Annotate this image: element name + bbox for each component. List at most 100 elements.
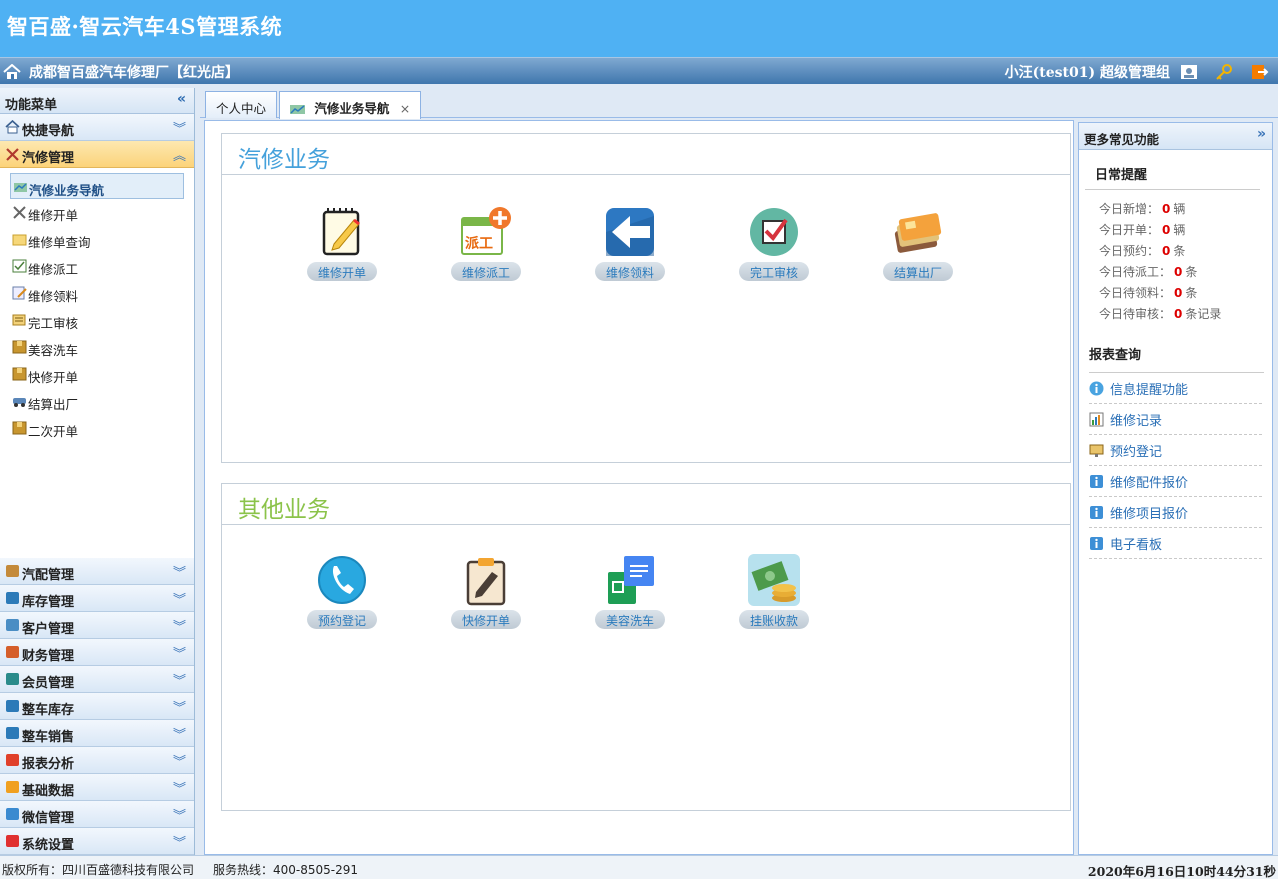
- nav-completion-review[interactable]: 完工审核: [734, 206, 814, 281]
- screen-icon: [1089, 443, 1104, 458]
- section-other-business: 其他业务 预约登记 快修开单 美容洗车 挂账收款: [221, 483, 1071, 811]
- tab-label: 汽修业务导航: [314, 101, 390, 116]
- menu-group-parts[interactable]: 汽配管理 ︾: [0, 558, 194, 585]
- menu-group-customer[interactable]: 客户管理 ︾: [0, 612, 194, 639]
- sidebar-item-order-query[interactable]: 维修单查询: [0, 226, 194, 253]
- stat-unit: 辆: [1173, 202, 1186, 216]
- menu-group-settings[interactable]: 系统设置 ︾: [0, 828, 194, 855]
- menu-group-pie-chart[interactable]: 报表分析 ︾: [0, 747, 194, 774]
- sidebar: 功能菜单 « 快捷导航 ︾ 汽修管理 ︽ 汽修业务导航 维修开单 维修单查询 维…: [0, 88, 195, 855]
- sidebar-item-label: 二次开单: [28, 424, 79, 439]
- menu-group-database[interactable]: 基础数据 ︾: [0, 774, 194, 801]
- stats-list: 今日新增： 0 辆今日开单： 0 辆今日预约： 0 条今日待派工： 0 条今日待领料： 0 条今日待…: [1079, 200, 1272, 326]
- menu-group-vehicle-sales[interactable]: 整车销售 ︾: [0, 720, 194, 747]
- nav-appointment[interactable]: 预约登记: [302, 554, 382, 629]
- sidebar-item-label: 汽修业务导航: [29, 183, 105, 198]
- report-query-title: 报表查询: [1089, 344, 1264, 373]
- home-icon[interactable]: [3, 63, 21, 83]
- nav-label: 维修开单: [307, 262, 377, 281]
- sidebar-item-completion-review[interactable]: 完工审核: [0, 307, 194, 334]
- datetime-text: 2020年6月16日10时44分31秒: [1087, 864, 1276, 879]
- sidebar-header: 功能菜单 «: [0, 88, 194, 114]
- database-icon: [5, 780, 20, 794]
- sidebar-item-repair-nav[interactable]: 汽修业务导航: [10, 173, 184, 199]
- menu-group-warehouse[interactable]: 库存管理 ︾: [0, 585, 194, 612]
- sidebar-item-label: 美容洗车: [28, 343, 79, 358]
- app-title: 智百盛·智云汽车4S管理系统: [7, 14, 283, 39]
- menu-group-label: 财务管理: [22, 649, 75, 664]
- report-link-label: 电子看板: [1110, 538, 1163, 553]
- sidebar-item-quick-order[interactable]: 快修开单: [0, 361, 194, 388]
- sidebar-item-car-wash[interactable]: 美容洗车: [0, 334, 194, 361]
- menu-group-wechat[interactable]: 微信管理 ︾: [0, 801, 194, 828]
- nav-settlement[interactable]: 结算出厂: [878, 206, 958, 281]
- copyright-text: 版权所有：四川百盛德科技有限公司: [2, 863, 195, 877]
- report-link[interactable]: 预约登记: [1089, 435, 1262, 466]
- sidebar-item-second-order[interactable]: 二次开单: [0, 415, 194, 442]
- report-link[interactable]: 维修项目报价: [1089, 497, 1262, 528]
- sidebar-item-materials[interactable]: 维修领料: [0, 280, 194, 307]
- menu-group-auto-repair[interactable]: 汽修管理 ︽: [0, 141, 194, 168]
- menu-group-finance[interactable]: 财务管理 ︾: [0, 639, 194, 666]
- sidebar-item-repair-order[interactable]: 维修开单: [0, 199, 194, 226]
- stat-value: 0: [1174, 307, 1183, 321]
- nav-materials[interactable]: 维修领料: [590, 206, 670, 281]
- collapse-sidebar-icon[interactable]: «: [177, 91, 186, 107]
- pie-chart-icon: [5, 753, 20, 767]
- menu-group-quick-nav[interactable]: 快捷导航 ︾: [0, 114, 194, 141]
- report-link-label: 信息提醒功能: [1110, 383, 1189, 398]
- finance-icon: [5, 645, 20, 659]
- sidebar-item-settlement[interactable]: 结算出厂: [0, 388, 194, 415]
- expand-panel-icon[interactable]: »: [1257, 126, 1266, 142]
- menu-group-label: 报表分析: [22, 757, 75, 772]
- stat-unit: 条: [1185, 265, 1198, 279]
- report-link[interactable]: 电子看板: [1089, 528, 1262, 559]
- right-panel-header: 更多常见功能 »: [1079, 123, 1272, 150]
- sidebar-item-dispatch[interactable]: 维修派工: [0, 253, 194, 280]
- report-link[interactable]: 信息提醒功能: [1089, 373, 1262, 404]
- logout-icon[interactable]: [1251, 64, 1269, 80]
- tab-repair-nav[interactable]: 汽修业务导航 ×: [279, 91, 422, 119]
- nav-label: 完工审核: [739, 262, 809, 281]
- stat-row: 今日开单： 0 辆: [1099, 221, 1272, 242]
- box-icon: [12, 421, 27, 435]
- menu-group-member[interactable]: 会员管理 ︾: [0, 666, 194, 693]
- nav-credit-collection[interactable]: 挂账收款: [734, 554, 814, 629]
- tab-label: 个人中心: [216, 101, 267, 116]
- stat-row: 今日待审核： 0 条记录: [1099, 305, 1272, 326]
- user-profile-icon[interactable]: [1180, 64, 1198, 80]
- sidebar-item-label: 维修单查询: [28, 235, 91, 250]
- right-panel-title: 更多常见功能: [1084, 132, 1160, 147]
- phone-icon: [316, 554, 368, 606]
- stat-value: 0: [1174, 265, 1183, 279]
- report-link-label: 维修项目报价: [1110, 507, 1189, 522]
- tab-personal-center[interactable]: 个人中心: [205, 91, 278, 118]
- docs-icon: [604, 554, 656, 606]
- chevron-down-icon: ︾: [172, 593, 186, 608]
- nav-dispatch[interactable]: 派工 维修派工: [446, 206, 526, 281]
- menu-group-label: 基础数据: [22, 784, 75, 799]
- section-title: 汽修业务: [222, 134, 1070, 175]
- chevron-down-icon: ︾: [172, 122, 186, 137]
- key-icon[interactable]: [1215, 64, 1233, 80]
- right-panel: 更多常见功能 » 日常提醒 今日新增： 0 辆今日开单： 0 辆今日预约： 0 条今日待派工…: [1078, 122, 1273, 855]
- stat-label: 今日预约：: [1099, 244, 1160, 258]
- nav-label: 挂账收款: [739, 610, 809, 629]
- chevron-down-icon: ︾: [172, 755, 186, 770]
- nav-car-wash[interactable]: 美容洗车: [590, 554, 670, 629]
- home-icon: [5, 119, 20, 134]
- info-square-icon: [1089, 474, 1104, 489]
- nav-repair-order[interactable]: 维修开单: [302, 206, 382, 281]
- content-panel: 汽修业务 维修开单 派工 维修派工 维修领料 完工审核 结算出厂 其他业务 预约…: [204, 120, 1074, 855]
- nav-quick-order[interactable]: 快修开单: [446, 554, 526, 629]
- list-icon: [12, 313, 27, 327]
- menu-group-vehicle-stock[interactable]: 整车库存 ︾: [0, 693, 194, 720]
- chevron-down-icon: ︾: [172, 782, 186, 797]
- customer-icon: [5, 618, 20, 632]
- close-tab-icon[interactable]: ×: [400, 101, 410, 116]
- menu-group-label: 汽修管理: [22, 151, 75, 166]
- stat-unit: 条: [1185, 286, 1198, 300]
- report-link[interactable]: 维修记录: [1089, 404, 1262, 435]
- stat-row: 今日待派工： 0 条: [1099, 263, 1272, 284]
- report-link[interactable]: 维修配件报价: [1089, 466, 1262, 497]
